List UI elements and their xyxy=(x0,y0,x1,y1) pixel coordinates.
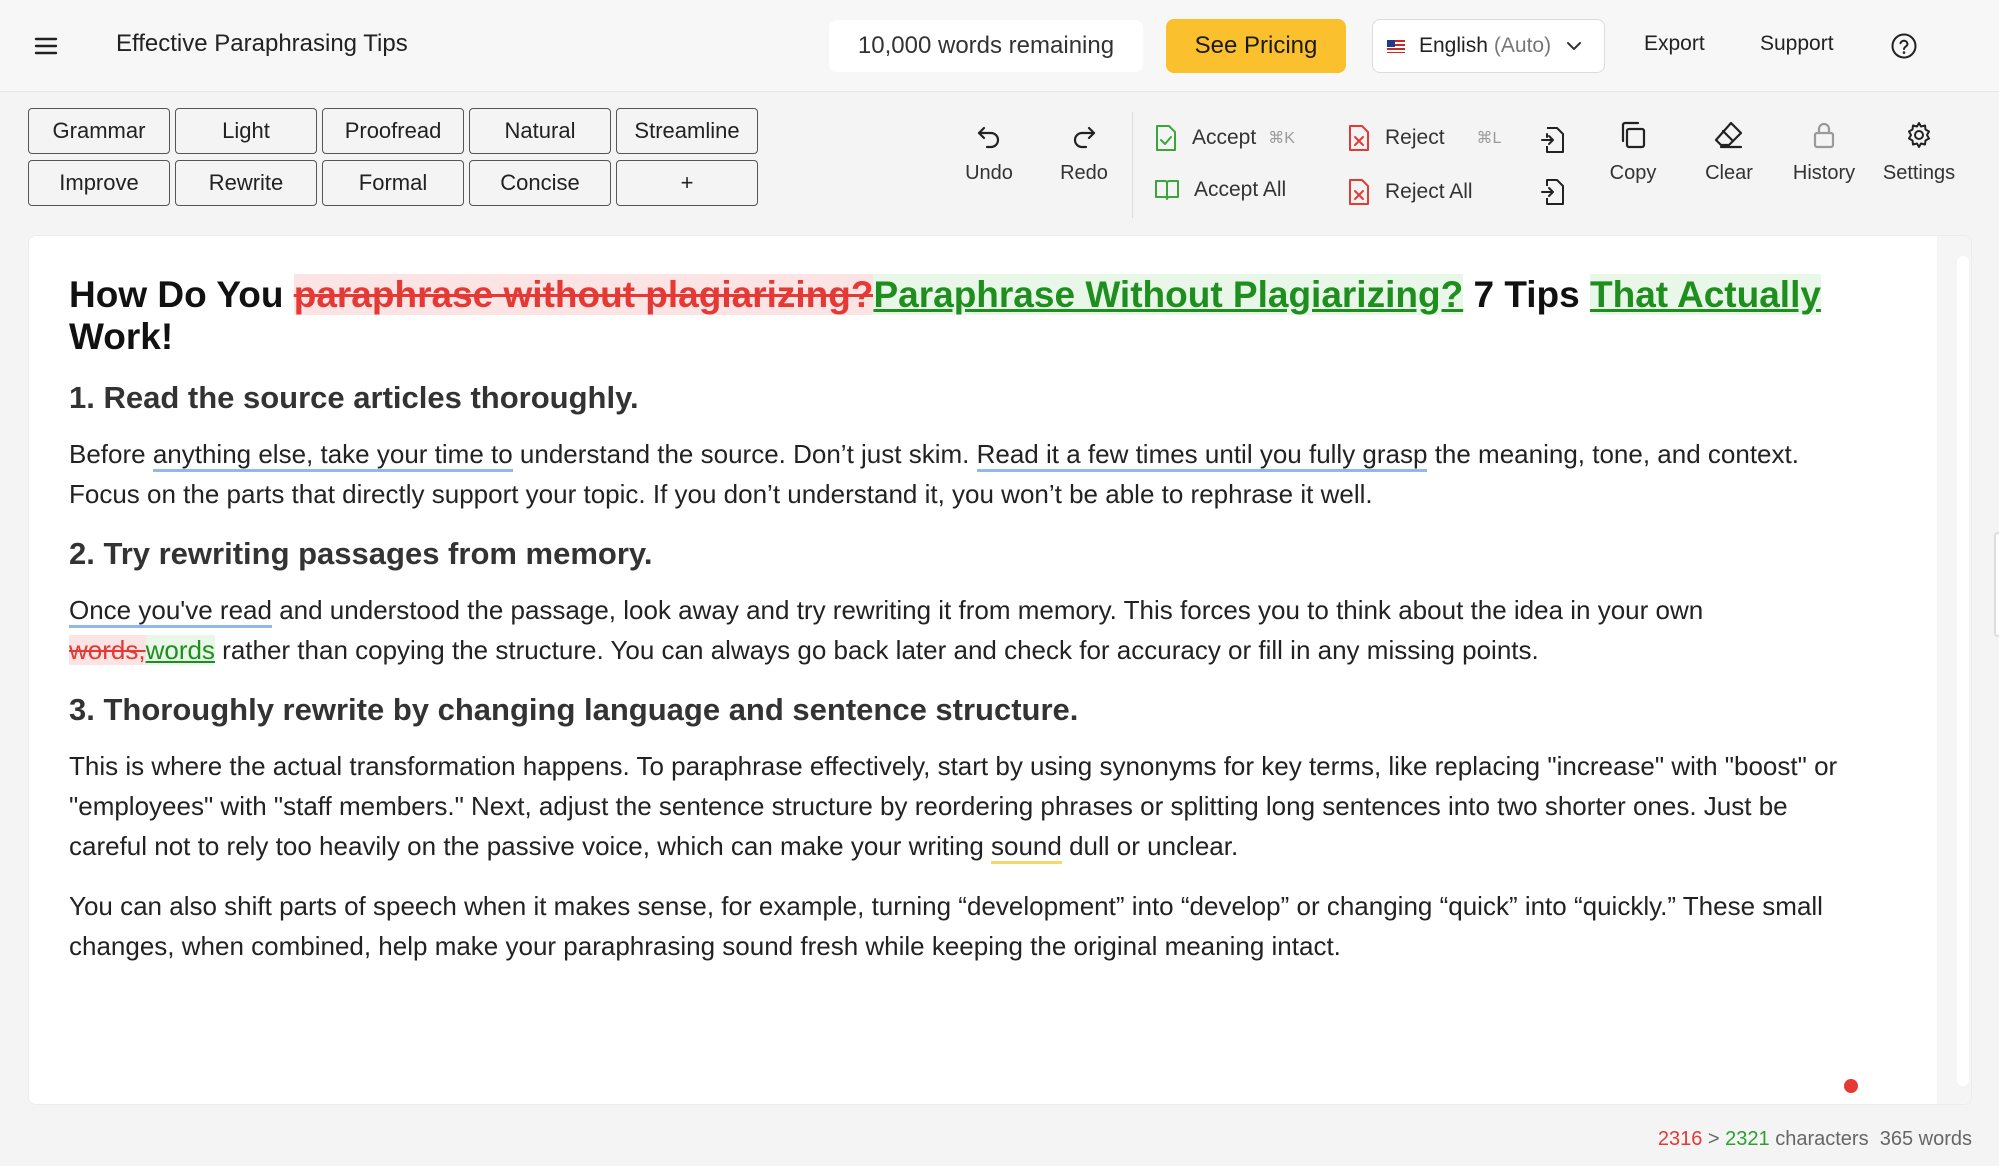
section-heading: 2. Try rewriting passages from memory. xyxy=(69,536,653,571)
accept-all-label: Accept All xyxy=(1194,178,1287,201)
inserted-text[interactable]: words xyxy=(145,635,215,665)
copy-label: Copy xyxy=(1609,162,1657,184)
clear-label: Clear xyxy=(1705,162,1753,184)
mode-grammar-button[interactable]: Grammar xyxy=(28,108,170,154)
accept-all-button[interactable]: Accept All xyxy=(1154,178,1286,202)
export-link[interactable]: Export xyxy=(1644,32,1705,56)
us-flag-icon xyxy=(1387,39,1405,53)
redo-button[interactable]: Redo xyxy=(1041,120,1127,185)
paragraph-text: Before xyxy=(69,439,153,469)
clear-button[interactable]: Clear xyxy=(1686,120,1772,185)
accept-all-icon xyxy=(1155,180,1179,200)
suggestion-underline[interactable]: Read it a few times until you fully gras… xyxy=(976,439,1428,472)
gear-icon xyxy=(1908,122,1930,148)
paragraph: Before anything else, take your time to … xyxy=(69,434,1849,514)
new-char-count: 2321 xyxy=(1725,1128,1770,1150)
heading-text: 7 Tips xyxy=(1463,274,1590,315)
reject-shortcut: ⌘L xyxy=(1476,130,1502,147)
original-char-count: 2316 xyxy=(1657,1128,1703,1150)
settings-button[interactable]: Settings xyxy=(1876,120,1962,185)
reject-all-icon xyxy=(1349,179,1369,205)
heading-text: How Do You xyxy=(69,274,294,315)
accept-shortcut: ⌘K xyxy=(1268,130,1295,147)
paragraph: This is where the actual transformation … xyxy=(69,746,1849,866)
count-separator: > xyxy=(1702,1128,1726,1150)
paragraph-text: and understood the passage, look away an… xyxy=(271,595,1704,625)
import-doc-icon[interactable] xyxy=(1540,126,1566,159)
accept-doc-icon xyxy=(1156,125,1176,151)
lock-icon xyxy=(1813,122,1835,149)
document-title[interactable]: Effective Paraphrasing Tips xyxy=(116,30,408,58)
undo-button[interactable]: Undo xyxy=(946,120,1032,185)
chevron-down-icon xyxy=(1567,42,1582,50)
export-doc-icon[interactable] xyxy=(1540,178,1566,211)
characters-label: characters xyxy=(1769,1128,1869,1150)
word-count: 365 words xyxy=(1879,1128,1972,1150)
mode-concise-button[interactable]: Concise xyxy=(469,160,611,206)
deleted-text[interactable]: paraphrase without plagiarizing? xyxy=(293,274,874,315)
scrollbar-track[interactable] xyxy=(1937,236,1971,1104)
redo-icon xyxy=(1073,126,1096,149)
section-heading: 1. Read the source articles thoroughly. xyxy=(69,380,639,415)
language-select[interactable]: English (Auto) xyxy=(1372,19,1605,73)
top-bar: Effective Paraphrasing Tips 10,000 words… xyxy=(0,0,1999,92)
see-pricing-button[interactable]: See Pricing xyxy=(1166,19,1346,73)
help-icon[interactable] xyxy=(1890,32,1918,60)
history-button[interactable]: History xyxy=(1781,120,1867,185)
character-count: 2316 > 2321 characters 365 words xyxy=(1658,1128,1972,1151)
language-name: English xyxy=(1419,34,1488,57)
section-heading: 3. Thoroughly rewrite by changing langua… xyxy=(69,692,1079,727)
paragraph-text: dull or unclear. xyxy=(1061,831,1239,861)
paragraph: Once you've read and understood the pass… xyxy=(69,590,1849,670)
rewrite-mode-grid: Grammar Light Proofread Natural Streamli… xyxy=(28,108,758,206)
document-heading: How Do You paraphrase without plagiarizi… xyxy=(69,274,1849,358)
accept-button[interactable]: Accept ⌘K xyxy=(1154,124,1295,152)
paragraph-text: rather than copying the structure. You c… xyxy=(214,635,1539,665)
redo-label: Redo xyxy=(1060,162,1108,184)
undo-icon xyxy=(977,126,1000,149)
editor-content[interactable]: How Do You paraphrase without plagiarizi… xyxy=(69,274,1849,986)
menu-icon[interactable] xyxy=(32,32,60,60)
reject-label: Reject xyxy=(1385,126,1445,149)
mode-formal-button[interactable]: Formal xyxy=(322,160,464,206)
reject-all-button[interactable]: Reject All xyxy=(1347,178,1473,206)
status-dot xyxy=(1844,1079,1858,1093)
reject-button[interactable]: Reject ⌘L xyxy=(1347,124,1501,152)
undo-label: Undo xyxy=(965,162,1013,184)
paragraph-text: understand the source. Don’t just skim. xyxy=(512,439,977,469)
copy-icon xyxy=(1621,121,1646,149)
paragraph-text: This is where the actual transformation … xyxy=(69,751,1838,861)
words-remaining-badge: 10,000 words remaining xyxy=(829,20,1143,72)
side-panel-handle[interactable] xyxy=(1994,532,1999,637)
inserted-text[interactable]: That Actually xyxy=(1590,274,1821,315)
deleted-text[interactable]: words, xyxy=(69,635,146,665)
suggestion-underline[interactable]: sound xyxy=(991,831,1062,864)
scrollbar-thumb[interactable] xyxy=(1957,256,1969,1086)
history-label: History xyxy=(1792,162,1856,184)
document-editor[interactable]: How Do You paraphrase without plagiarizi… xyxy=(28,235,1972,1105)
mode-improve-button[interactable]: Improve xyxy=(28,160,170,206)
mode-natural-button[interactable]: Natural xyxy=(469,108,611,154)
mode-proofread-button[interactable]: Proofread xyxy=(322,108,464,154)
mode-light-button[interactable]: Light xyxy=(175,108,317,154)
toolbar-divider xyxy=(1132,112,1133,218)
suggestion-underline[interactable]: Once you've read xyxy=(69,595,272,628)
settings-label: Settings xyxy=(1882,162,1956,184)
suggestion-underline[interactable]: anything else, take your time to xyxy=(152,439,513,472)
mode-streamline-button[interactable]: Streamline xyxy=(616,108,758,154)
support-link[interactable]: Support xyxy=(1760,32,1834,56)
copy-button[interactable]: Copy xyxy=(1590,120,1676,185)
add-mode-button[interactable]: + xyxy=(616,160,758,206)
mode-rewrite-button[interactable]: Rewrite xyxy=(175,160,317,206)
language-mode: (Auto) xyxy=(1493,34,1552,57)
inserted-text[interactable]: Paraphrase Without Plagiarizing? xyxy=(873,274,1464,315)
heading-text: Work! xyxy=(69,316,174,357)
reject-doc-icon xyxy=(1349,125,1369,151)
reject-all-label: Reject All xyxy=(1385,180,1473,203)
eraser-icon xyxy=(1714,121,1743,149)
accept-label: Accept xyxy=(1192,126,1257,149)
paragraph: You can also shift parts of speech when … xyxy=(69,891,1823,961)
